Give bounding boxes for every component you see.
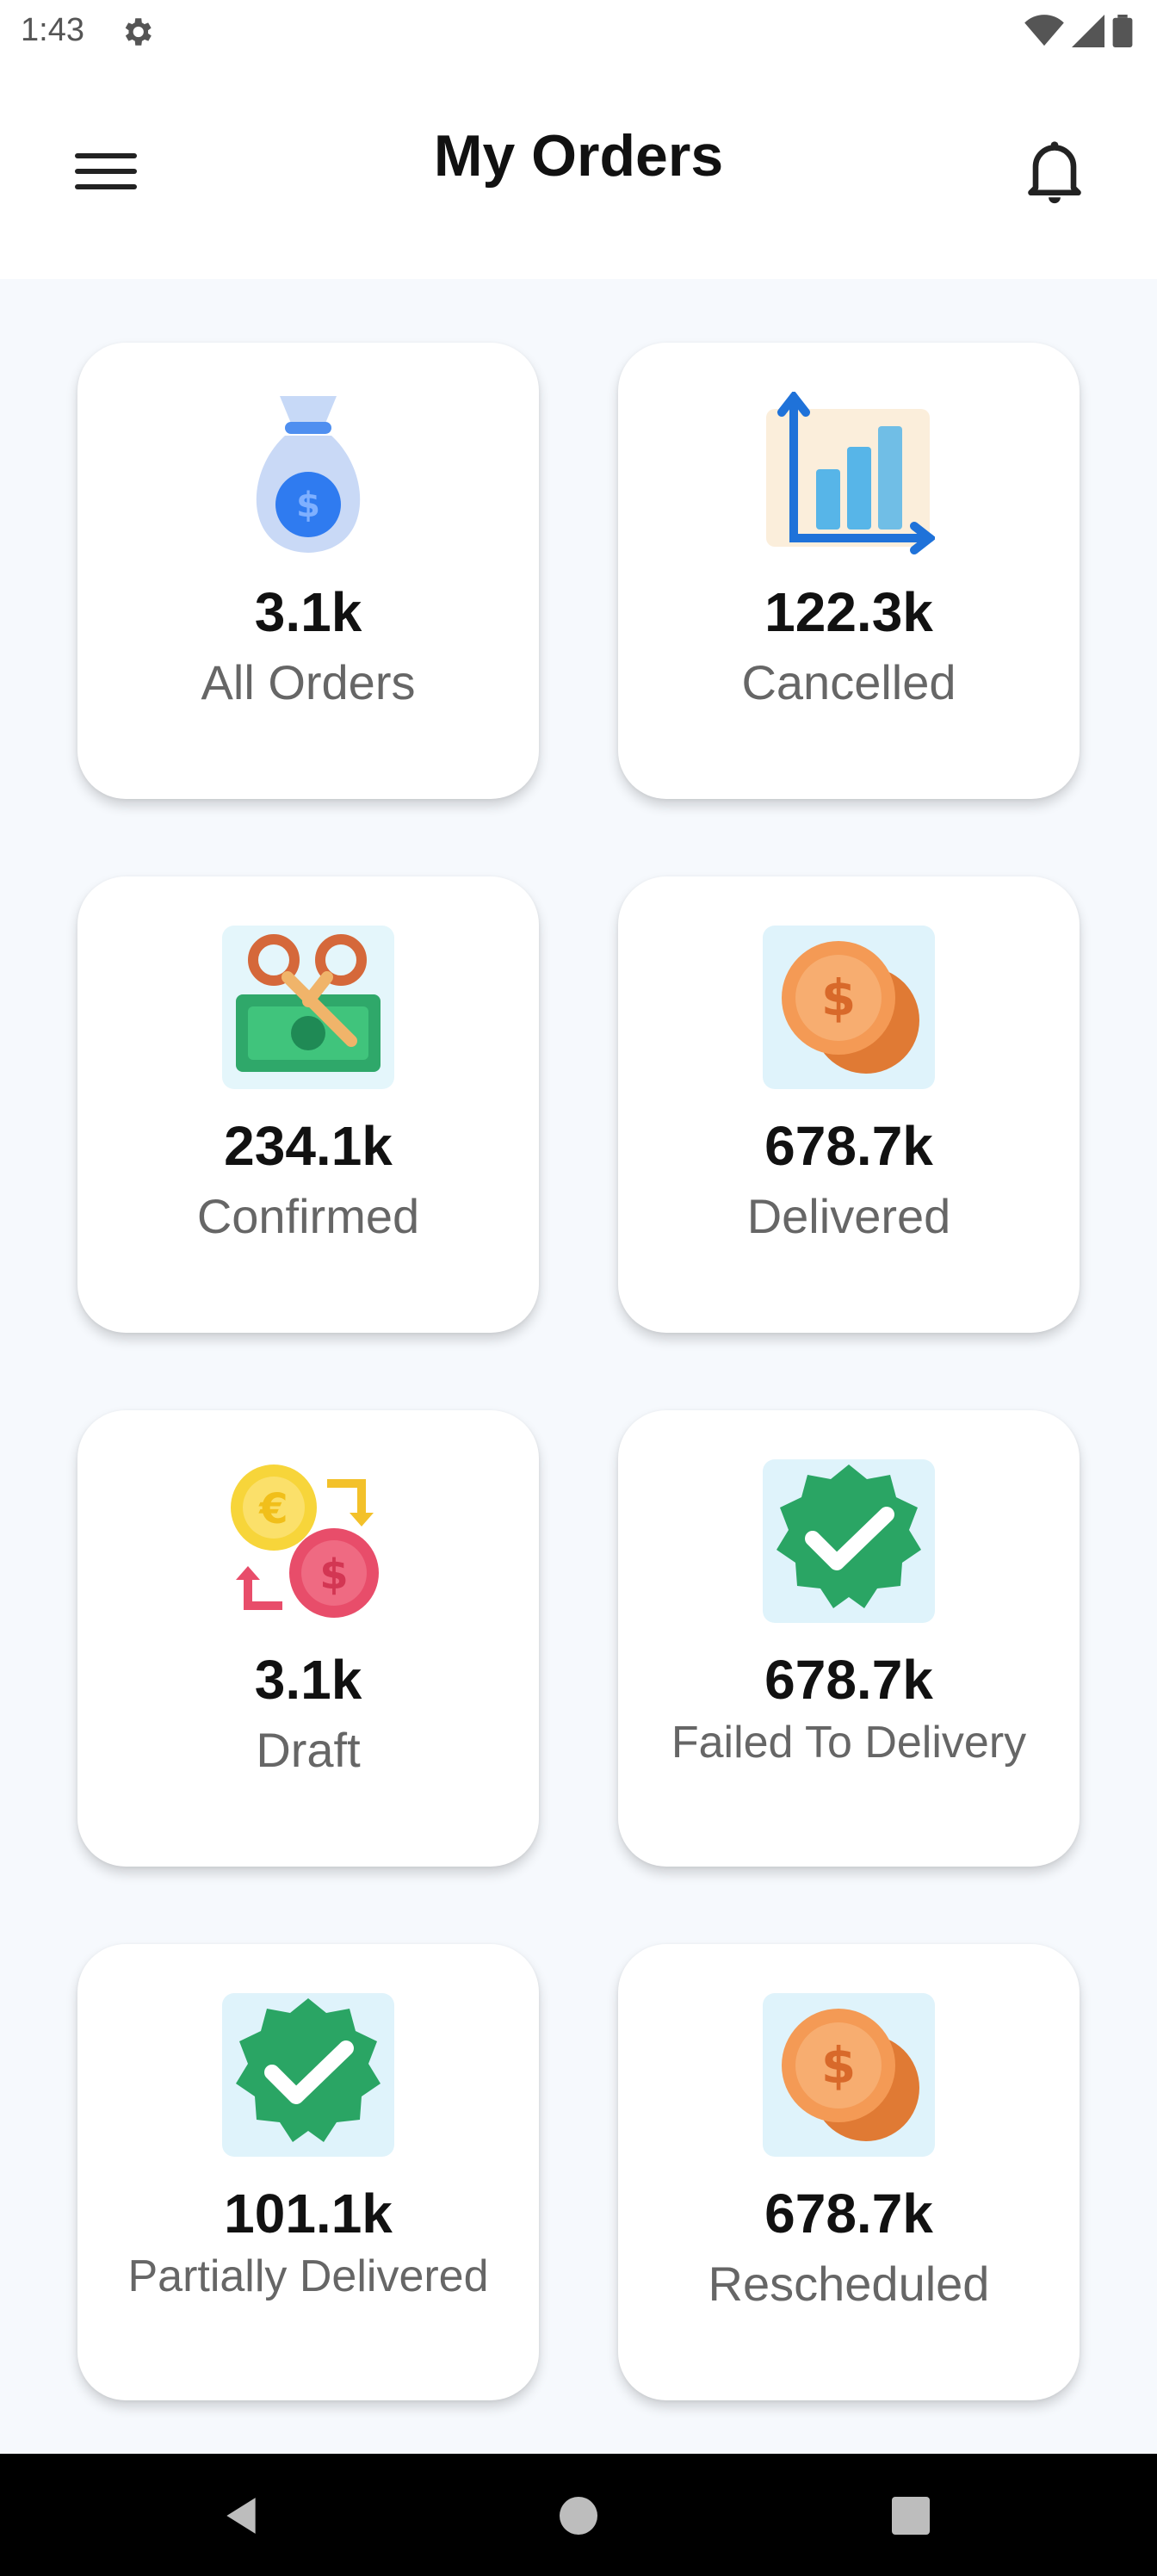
card-rescheduled[interactable]: $ 678.7k Rescheduled [618, 1944, 1080, 2400]
bell-icon [1028, 141, 1081, 204]
orders-dashboard: $ 3.1k All Orders 122.3k Cancelled 234.1… [0, 279, 1157, 2454]
svg-text:$: $ [821, 2036, 856, 2095]
card-count: 3.1k [254, 1649, 362, 1711]
svg-text:$: $ [821, 969, 856, 1027]
card-delivered[interactable]: $ 678.7k Delivered [618, 876, 1080, 1333]
status-time: 1:43 [21, 12, 84, 48]
card-label: Cancelled [741, 655, 956, 709]
home-circle-icon [560, 2497, 597, 2535]
card-label: Delivered [746, 1189, 951, 1243]
card-all-orders[interactable]: $ 3.1k All Orders [77, 343, 539, 799]
card-label: Failed To Delivery [671, 1718, 1027, 1768]
coins-icon: $ [763, 926, 935, 1089]
card-count: 678.7k [764, 2183, 933, 2245]
verified-badge-icon [763, 1459, 935, 1623]
card-label: Partially Delivered [127, 2251, 489, 2301]
notifications-button[interactable] [1007, 124, 1102, 219]
navigation-bar [0, 2454, 1157, 2576]
card-count: 122.3k [764, 581, 933, 643]
settings-gear-icon [125, 18, 152, 46]
card-count: 234.1k [224, 1115, 393, 1177]
svg-text:$: $ [296, 486, 320, 525]
card-draft[interactable]: € $ 3.1k Draft [77, 1410, 539, 1867]
back-triangle-icon [226, 2498, 256, 2534]
card-count: 3.1k [254, 581, 362, 643]
currency-exchange-icon: € $ [231, 1464, 379, 1618]
card-cancelled[interactable]: 122.3k Cancelled [618, 343, 1080, 799]
cash-scissors-icon [222, 926, 394, 1089]
app-bar: My Orders [0, 62, 1157, 279]
card-label: Rescheduled [708, 2257, 990, 2311]
status-bar: 1:43 [0, 0, 1157, 62]
verified-badge-icon [222, 1993, 394, 2157]
card-count: 101.1k [224, 2183, 393, 2245]
home-button[interactable] [542, 2480, 615, 2552]
status-icons [1024, 14, 1133, 48]
card-failed-to-delivery[interactable]: 678.7k Failed To Delivery [618, 1410, 1080, 1867]
card-label: All Orders [201, 655, 416, 709]
recents-button[interactable] [875, 2480, 947, 2552]
card-label: Draft [256, 1723, 361, 1777]
back-button[interactable] [205, 2480, 277, 2552]
card-count: 678.7k [764, 1649, 933, 1711]
cellular-signal-icon [1072, 15, 1104, 47]
wifi-icon [1024, 15, 1064, 46]
coins-icon: $ [763, 1993, 935, 2157]
svg-text:€: € [258, 1485, 288, 1533]
card-confirmed[interactable]: 234.1k Confirmed [77, 876, 539, 1333]
battery-icon [1112, 15, 1133, 47]
page-title: My Orders [433, 123, 724, 189]
money-bag-icon: $ [256, 396, 361, 553]
card-count: 678.7k [764, 1115, 933, 1177]
card-partially-delivered[interactable]: 101.1k Partially Delivered [77, 1944, 539, 2400]
bar-chart-icon [766, 392, 935, 554]
recents-square-icon [892, 2497, 930, 2535]
svg-text:$: $ [319, 1551, 348, 1599]
card-label: Confirmed [196, 1189, 420, 1243]
